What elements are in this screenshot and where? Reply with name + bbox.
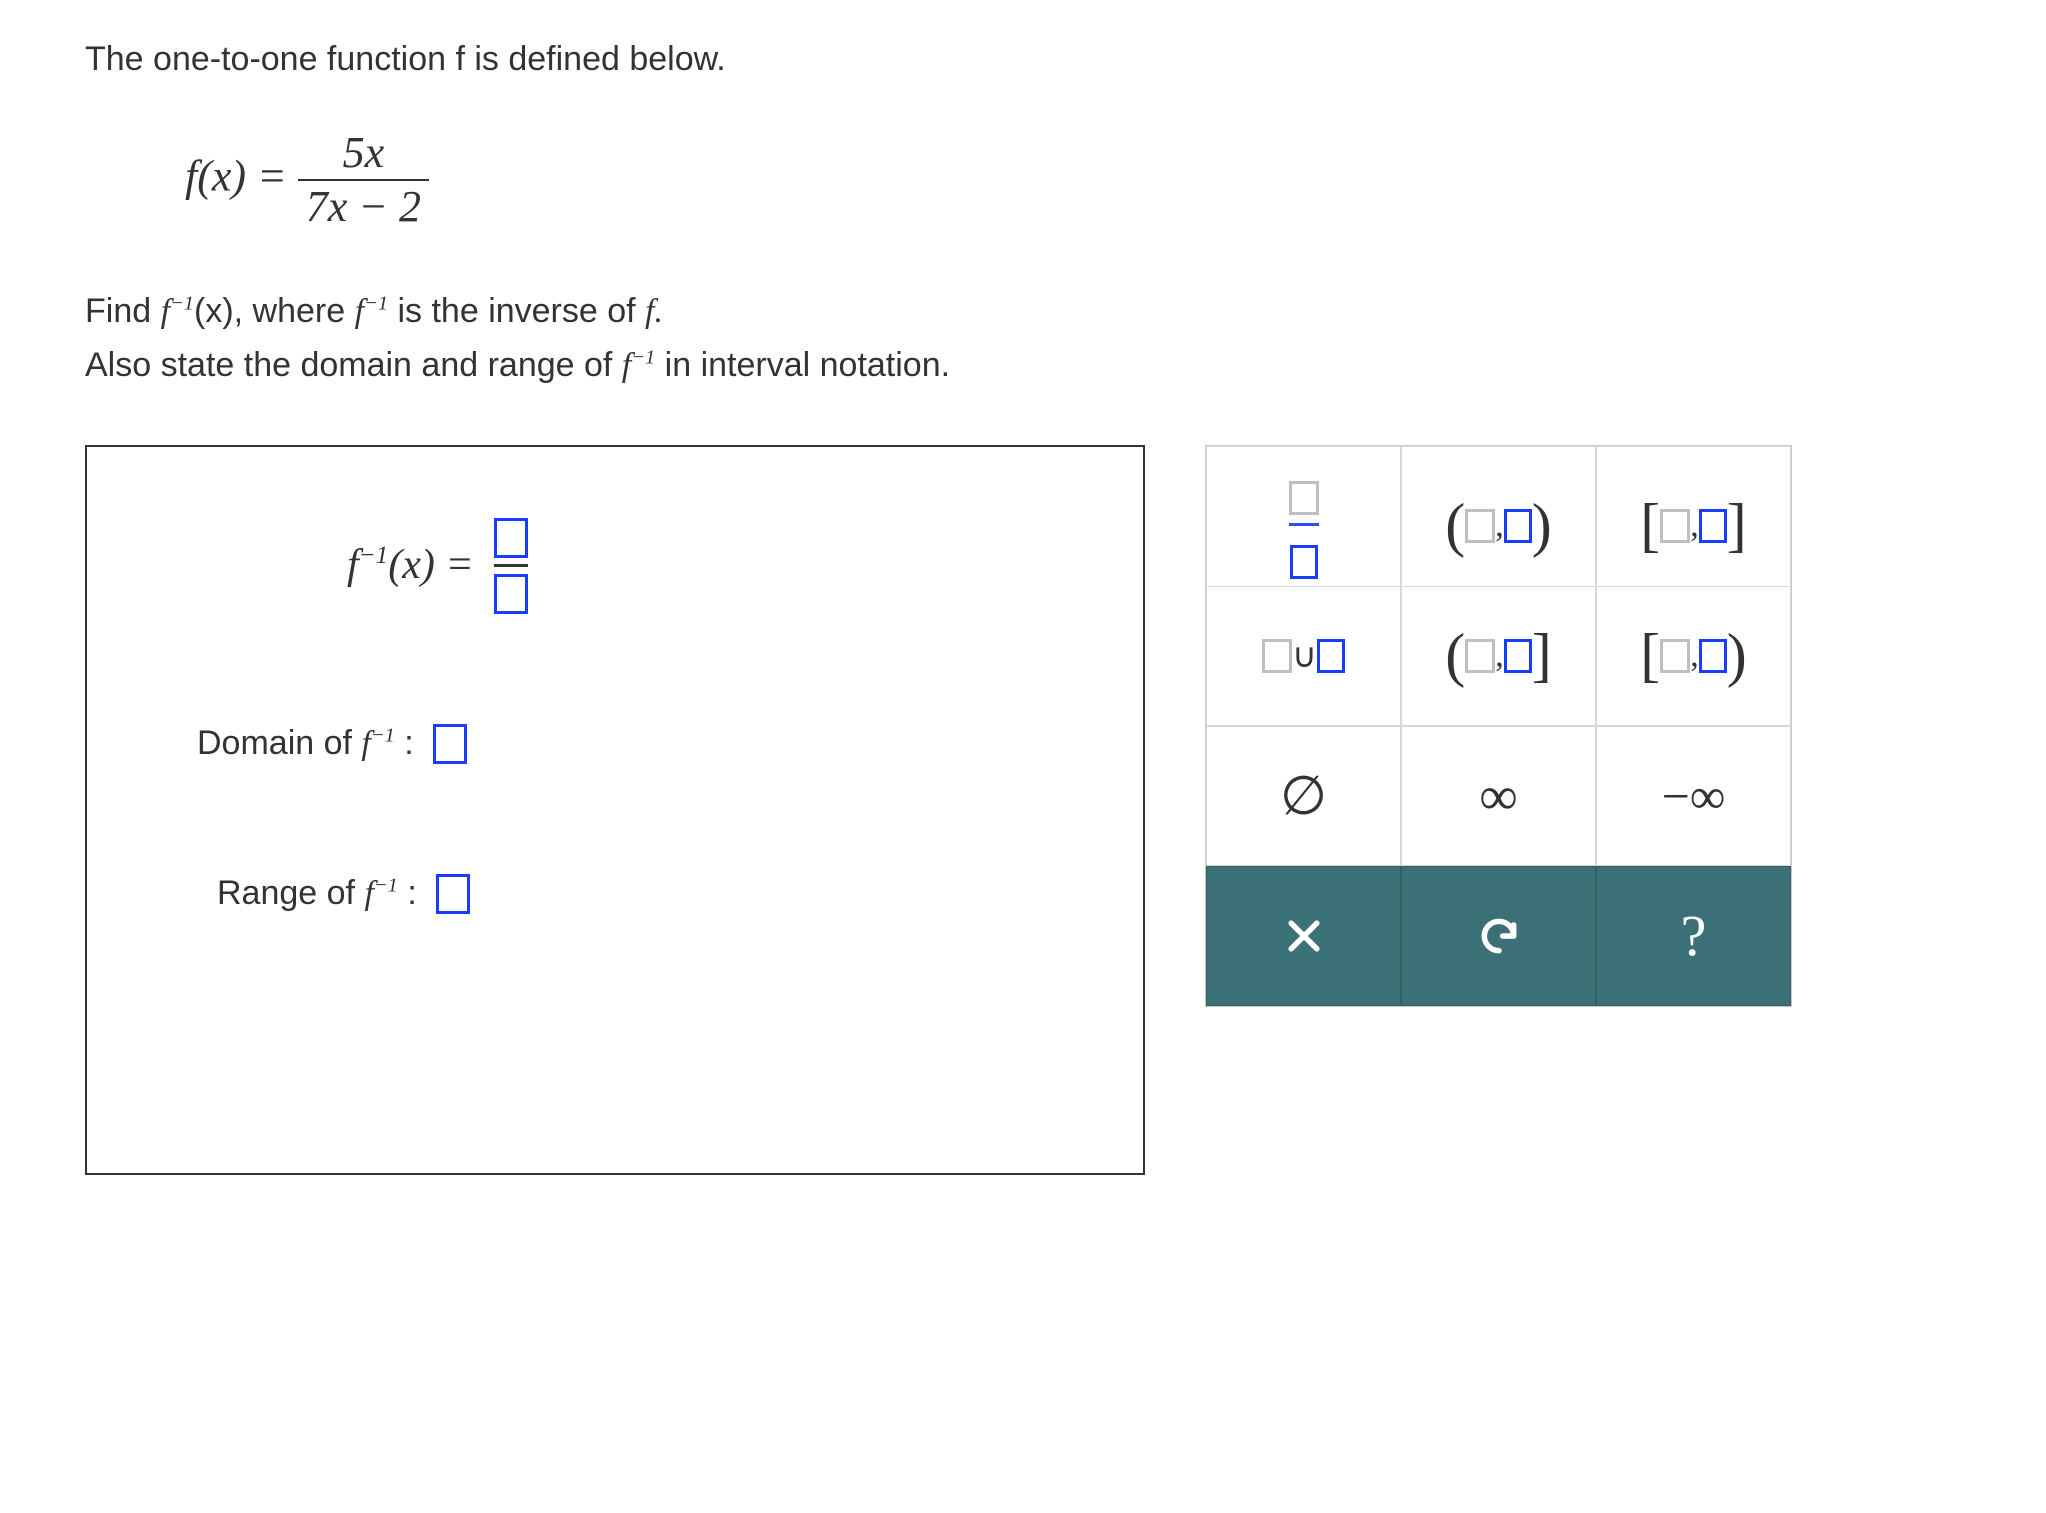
- palette-clear-button[interactable]: [1206, 866, 1401, 1006]
- domain-input[interactable]: [433, 724, 467, 764]
- domain-line: Domain of f−1 :: [127, 724, 1103, 764]
- pal-frac-den-icon: [1290, 545, 1318, 579]
- answer-row: f−1(x) = Domain of f−1 : Range of f−1 :: [85, 445, 1961, 1175]
- palette-undo-button[interactable]: [1401, 866, 1596, 1006]
- close-icon: [1282, 914, 1326, 958]
- function-definition: f(x) = 5x 7x − 2: [185, 129, 1961, 232]
- symbol-palette: (,) [,] ∪ (,] [,) ∅ ∞ −∞: [1205, 445, 1792, 1007]
- inv-sup: −1: [359, 542, 389, 569]
- infinity-icon: ∞: [1479, 765, 1518, 827]
- un-a-icon: [1262, 639, 1292, 673]
- t2a: Also state the domain and range of: [85, 346, 622, 384]
- t2c: in interval notation.: [655, 346, 950, 384]
- help-icon: ?: [1681, 902, 1707, 969]
- palette-open-closed-interval-button[interactable]: (,]: [1401, 586, 1596, 726]
- range-line: Range of f−1 :: [127, 874, 1103, 914]
- empty-set-icon: ∅: [1280, 764, 1327, 827]
- t1a: Find: [85, 292, 161, 330]
- func-lhs: f(x) =: [185, 151, 287, 200]
- palette-open-interval-button[interactable]: (,): [1401, 446, 1596, 606]
- palette-closed-interval-button[interactable]: [,]: [1596, 446, 1791, 606]
- problem-page: The one-to-one function f is defined bel…: [0, 0, 2046, 1215]
- oi-b-icon: [1504, 509, 1532, 543]
- intro-span: The one-to-one function f is defined bel…: [85, 40, 726, 78]
- domain-label: Domain of f−1 :: [197, 724, 414, 763]
- ci-a-icon: [1660, 509, 1690, 543]
- t1d: f: [355, 293, 364, 330]
- t1e: is the inverse of: [388, 292, 645, 330]
- t2b: f: [622, 347, 631, 384]
- palette-union-button[interactable]: ∪: [1206, 586, 1401, 726]
- range-input[interactable]: [436, 874, 470, 914]
- oi-a-icon: [1465, 509, 1495, 543]
- inverse-input-fraction[interactable]: [494, 517, 528, 614]
- ci-b-icon: [1699, 509, 1727, 543]
- func-numerator: 5x: [298, 129, 429, 181]
- task-line-1: Find f−1(x), where f−1 is the inverse of…: [85, 292, 1961, 331]
- palette-empty-set-button[interactable]: ∅: [1206, 726, 1401, 866]
- palette-closed-open-interval-button[interactable]: [,): [1596, 586, 1791, 726]
- co-b-icon: [1699, 639, 1727, 673]
- neg-infinity-icon: −∞: [1662, 767, 1726, 825]
- t1sup2: −1: [364, 292, 388, 314]
- task-line-2: Also state the domain and range of f−1 i…: [85, 346, 1961, 385]
- palette-neg-infinity-button[interactable]: −∞: [1596, 726, 1791, 866]
- inverse-answer-line: f−1(x) =: [127, 517, 1103, 614]
- undo-icon: [1473, 914, 1525, 958]
- intro-text: The one-to-one function f is defined bel…: [85, 40, 1961, 79]
- t1f: f.: [645, 293, 663, 330]
- t1b: f: [161, 293, 170, 330]
- pal-frac-num-icon: [1289, 481, 1319, 515]
- union-icon: ∪: [1292, 636, 1317, 676]
- func-denominator: 7x − 2: [298, 181, 429, 231]
- t2sup: −1: [631, 346, 655, 368]
- oc-a-icon: [1465, 639, 1495, 673]
- func-fraction: 5x 7x − 2: [298, 129, 429, 232]
- oc-b-icon: [1504, 639, 1532, 673]
- denominator-input[interactable]: [494, 574, 528, 614]
- co-a-icon: [1660, 639, 1690, 673]
- inverse-label: f−1(x) =: [347, 541, 474, 589]
- t1sup: −1: [170, 292, 194, 314]
- numerator-input[interactable]: [494, 518, 528, 558]
- answer-box: f−1(x) = Domain of f−1 : Range of f−1 :: [85, 445, 1145, 1175]
- palette-fraction-button[interactable]: [1206, 446, 1401, 606]
- palette-help-button[interactable]: ?: [1596, 866, 1791, 1006]
- range-label: Range of f−1 :: [217, 874, 417, 913]
- palette-infinity-button[interactable]: ∞: [1401, 726, 1596, 866]
- t1c: (x), where: [194, 292, 355, 330]
- un-b-icon: [1317, 639, 1345, 673]
